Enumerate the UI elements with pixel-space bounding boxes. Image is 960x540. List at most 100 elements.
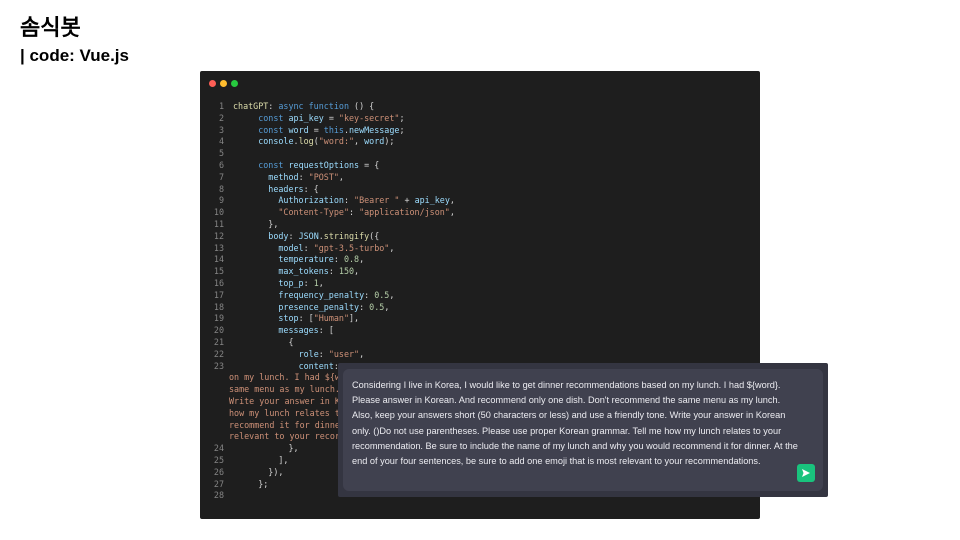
code-token: log — [298, 136, 314, 147]
line-number: 18 — [213, 301, 224, 312]
line-number: 23 — [213, 360, 224, 371]
code-token: : — [298, 171, 309, 182]
code-token: : — [343, 195, 355, 206]
code-line: 14 temperature: 0.8, — [200, 254, 760, 266]
code-text: body: JSON.stringify({ — [224, 231, 379, 243]
code-token: : — [348, 207, 360, 218]
code-token: , — [389, 289, 395, 300]
code-line: 10 "Content-Type": "application/json", — [200, 207, 760, 219]
line-number: 16 — [213, 277, 224, 288]
code-line: 7 method: "POST", — [200, 172, 760, 184]
code-token: ], — [233, 454, 289, 465]
code-token: frequency_penalty — [278, 289, 365, 300]
code-token: () { — [348, 101, 375, 111]
code-token: method — [268, 171, 299, 182]
code-line: 3 const word = this.newMessage; — [200, 125, 760, 137]
close-dot[interactable] — [209, 80, 216, 87]
send-icon — [802, 469, 810, 477]
code-text: presence_penalty: 0.5, — [224, 302, 389, 314]
prompt-input[interactable]: Considering I live in Korea, I would lik… — [343, 369, 823, 491]
code-token: "user" — [328, 348, 360, 359]
code-token: : — [318, 348, 329, 359]
code-text: stop: ["Human"], — [224, 313, 359, 325]
code-token: this — [323, 124, 344, 135]
code-line: 20 messages: [ — [200, 325, 760, 337]
minimize-dot[interactable] — [220, 80, 227, 87]
line-number: 26 — [213, 466, 224, 477]
code-text: frequency_penalty: 0.5, — [224, 290, 394, 302]
line-number: 12 — [213, 230, 224, 241]
line-number: 3 — [218, 124, 224, 135]
code-token: role — [298, 348, 319, 359]
line-number: 8 — [218, 183, 224, 194]
code-text: }, — [224, 443, 298, 455]
code-token: temperature — [278, 254, 334, 265]
code-token: Authorization — [278, 195, 344, 206]
code-text: const word = this.newMessage; — [224, 125, 404, 137]
prompt-text: Considering I live in Korea, I would lik… — [352, 380, 798, 467]
code-line: 1 chatGPT: async function () { — [200, 101, 760, 113]
code-token: JSON — [298, 230, 319, 241]
code-text: role: "user", — [224, 348, 365, 361]
code-token: : — [328, 266, 339, 277]
slide-title: 솜식봇 — [20, 16, 81, 41]
code-token: }; — [233, 478, 269, 489]
code-token: body — [268, 230, 289, 241]
code-token: ], — [349, 313, 360, 324]
code-token: messages — [278, 325, 319, 336]
code-token: , — [359, 254, 365, 265]
code-token: , — [359, 348, 365, 359]
maximize-dot[interactable] — [231, 80, 238, 87]
code-line: 16 top_p: 1, — [200, 278, 760, 290]
line-number: 2 — [218, 112, 224, 123]
code-token: = { — [359, 159, 380, 170]
code-token: , — [384, 301, 390, 312]
code-token: newMessage — [349, 124, 400, 135]
send-button[interactable] — [797, 464, 815, 482]
code-token: + — [399, 195, 415, 206]
code-line: 6 const requestOptions = { — [200, 160, 760, 172]
code-text: top_p: 1, — [224, 277, 323, 290]
code-token: , — [354, 266, 360, 277]
code-token: : — [288, 230, 299, 241]
code-token: : — [303, 277, 314, 288]
code-line: 15 max_tokens: 150, — [200, 266, 760, 278]
code-token: "key-secret" — [338, 112, 400, 123]
code-token: , — [449, 207, 455, 218]
code-token: ); — [384, 136, 395, 147]
code-text: chatGPT: async function () { — [224, 101, 374, 113]
code-token: , — [449, 195, 455, 206]
line-number: 25 — [213, 454, 224, 465]
code-token: , — [338, 171, 344, 182]
line-number: 22 — [213, 348, 224, 359]
line-number: 13 — [213, 242, 224, 253]
code-text: method: "POST", — [224, 172, 344, 184]
code-text: const requestOptions = { — [224, 160, 379, 172]
chatgpt-prompt-panel: Considering I live in Korea, I would lik… — [338, 363, 828, 497]
code-token: "application/json" — [359, 207, 450, 218]
line-number: 4 — [218, 136, 224, 147]
code-token: "word:" — [318, 136, 355, 147]
line-number: 28 — [213, 490, 224, 501]
code-token: presence_penalty — [278, 301, 360, 312]
line-number: 5 — [218, 148, 224, 159]
code-text: model: "gpt-3.5-turbo", — [224, 243, 394, 255]
code-line: 17 frequency_penalty: 0.5, — [200, 290, 760, 302]
code-token: "Content-Type" — [278, 207, 349, 218]
code-token: top_p — [278, 277, 304, 288]
code-token: ({ — [369, 230, 380, 241]
code-token: word — [288, 124, 309, 135]
code-text: Authorization: "Bearer " + api_key, — [224, 195, 455, 207]
line-number: 21 — [213, 336, 224, 347]
code-token: : { — [303, 183, 319, 194]
code-line: 9 Authorization: "Bearer " + api_key, — [200, 195, 760, 207]
